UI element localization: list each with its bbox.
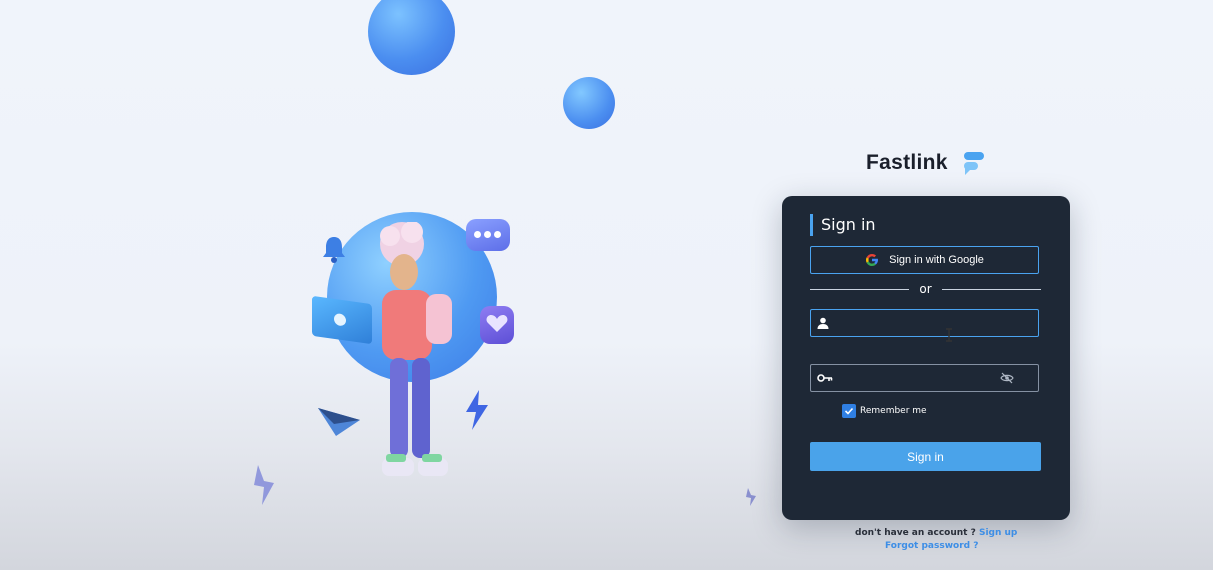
google-button-label: Sign in with Google — [889, 254, 984, 266]
eye-slash-icon[interactable] — [1000, 372, 1014, 384]
laptop-illustration — [312, 295, 372, 345]
decorative-sphere — [368, 0, 455, 75]
logo-icon — [963, 152, 984, 175]
check-icon — [844, 407, 854, 415]
signup-prompt: don't have an account ? Sign up — [855, 528, 1017, 538]
forgot-password-row: Forgot password ? — [885, 541, 978, 551]
paper-plane-icon — [318, 408, 360, 436]
card-title: Sign in — [810, 214, 876, 236]
user-icon — [817, 317, 829, 329]
or-divider: or — [810, 282, 1041, 296]
remember-me-checkbox[interactable] — [842, 404, 856, 418]
username-input[interactable] — [835, 315, 1032, 331]
password-input[interactable] — [839, 370, 1000, 386]
google-icon — [866, 254, 879, 266]
remember-me: Remember me — [842, 404, 927, 418]
brand-name: Fastlink — [866, 151, 948, 174]
divider-line — [941, 288, 1041, 290]
lightning-icon — [746, 488, 756, 506]
heart-bubble-icon — [480, 306, 514, 344]
bell-icon — [323, 237, 345, 263]
brand-header: Fastlink — [866, 150, 986, 176]
chat-bubble-icon — [466, 219, 510, 251]
divider-text: or — [919, 282, 932, 296]
person-illustration — [380, 222, 452, 476]
divider-line — [810, 288, 910, 290]
sign-in-button[interactable]: Sign in — [810, 442, 1041, 471]
no-account-text: don't have an account ? — [855, 528, 976, 538]
lightning-icon — [466, 390, 488, 430]
text-cursor-icon — [946, 328, 952, 342]
username-field — [810, 309, 1039, 337]
sign-in-card: Sign in Sign in with Google or Remember … — [782, 196, 1070, 520]
key-icon — [817, 374, 833, 382]
forgot-password-link[interactable]: Forgot password ? — [885, 541, 978, 551]
google-sign-in-button[interactable]: Sign in with Google — [810, 246, 1039, 274]
decorative-sphere-small — [563, 77, 615, 129]
lightning-icon — [254, 465, 274, 505]
sign-up-link[interactable]: Sign up — [979, 528, 1017, 538]
remember-me-label: Remember me — [860, 406, 927, 416]
password-field — [810, 364, 1039, 392]
